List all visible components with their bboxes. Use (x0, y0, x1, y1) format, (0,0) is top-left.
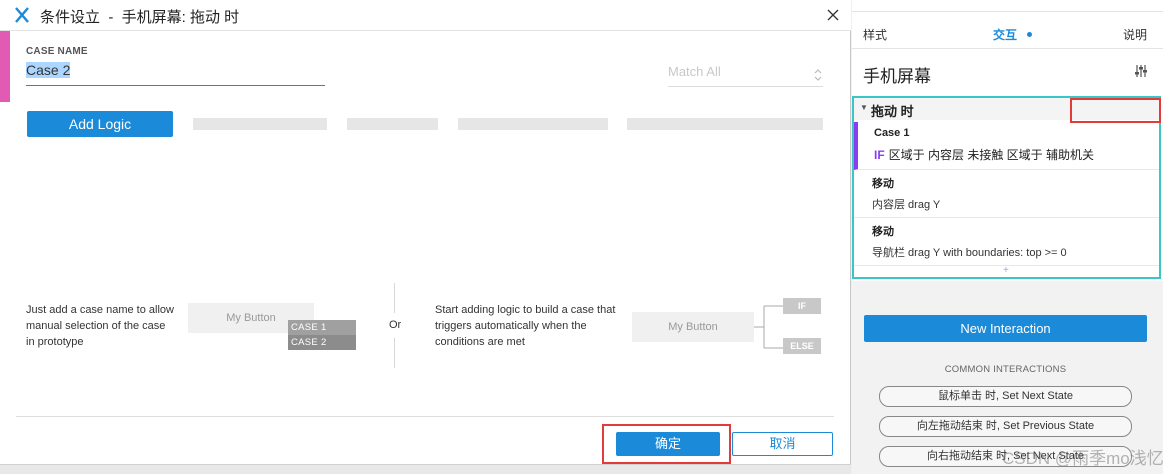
case-color-bar (0, 31, 10, 102)
tab-interactions[interactable]: 交互 (993, 26, 1017, 43)
illustration-button: My Button (632, 312, 754, 342)
help-text-manual: Just add a case name to allow manual sel… (26, 304, 174, 348)
panel-tabs: 样式 交互 说明 (852, 26, 1163, 46)
dialog-title: 条件设立 - 手机屏幕: 拖动 时 (40, 9, 240, 26)
common-interaction-item[interactable]: 向左拖动结束 时, Set Previous State (879, 416, 1132, 437)
dialog-titlebar: 条件设立 - 手机屏幕: 拖动 时 (0, 0, 851, 31)
action-detail: 内容层 drag Y (872, 199, 941, 211)
condition-text: 区域于 内容层 未接触 区域于 辅助机关 (888, 148, 1095, 162)
annotation-highlight-box (1070, 98, 1161, 123)
watermark: CSDN @雨季mo浅忆 (1002, 449, 1163, 468)
condition-dialog: 条件设立 - 手机屏幕: 拖动 时 CASE NAME Case 2 Match… (0, 0, 851, 474)
interaction-group: ▼ 拖动 时 Case 1 IF 区域于 内容层 未接触 区域于 辅助机关 移动 … (852, 96, 1161, 279)
illustration-else-tag: ELSE (783, 338, 821, 354)
divider (852, 48, 1163, 49)
case-condition: IF 区域于 内容层 未接触 区域于 辅助机关 (874, 146, 1094, 163)
collapse-triangle-icon[interactable]: ▼ (860, 103, 868, 112)
case-name-value[interactable]: Case 2 (26, 62, 71, 78)
logic-placeholder-bar (193, 118, 327, 130)
action-item[interactable]: 移动 导航栏 drag Y with boundaries: top >= 0 (854, 218, 1159, 266)
action-detail: 导航栏 drag Y with boundaries: top >= 0 (872, 247, 1067, 259)
divider (394, 283, 395, 313)
action-title: 移动 (872, 226, 894, 238)
tab-style[interactable]: 样式 (863, 26, 887, 43)
illustration-case1-tag: CASE 1 (288, 320, 356, 335)
new-interaction-button[interactable]: New Interaction (864, 315, 1147, 342)
action-title: 移动 (872, 178, 894, 190)
close-button[interactable] (822, 4, 844, 26)
interaction-panel: 样式 交互 说明 手机屏幕 ▼ 拖动 时 Case 1 IF 区域于 内容层 未接… (852, 0, 1163, 474)
annotation-highlight-box (602, 424, 731, 464)
case-item[interactable]: Case 1 IF 区域于 内容层 未接触 区域于 辅助机关 (854, 122, 1159, 170)
add-action-icon[interactable]: + (1003, 265, 1009, 276)
adjust-icon[interactable] (1134, 64, 1148, 78)
logic-placeholder-bar (458, 118, 608, 130)
logic-placeholder-bar (347, 118, 438, 130)
cancel-button[interactable]: 取消 (732, 432, 833, 456)
axure-logo-icon (15, 7, 29, 23)
match-select[interactable]: Match All (668, 64, 823, 87)
illustration-case2-tag: CASE 2 (288, 335, 356, 350)
or-label: Or (389, 319, 402, 331)
case-name-label: CASE NAME (26, 46, 88, 57)
panel-top-strip (852, 0, 1163, 12)
widget-name: 手机屏幕 (863, 67, 931, 86)
divider (16, 416, 834, 417)
action-item[interactable]: 移动 内容层 drag Y (854, 170, 1159, 218)
panel-top-section: 样式 交互 说明 手机屏幕 ▼ 拖动 时 Case 1 IF 区域于 内容层 未接… (852, 0, 1163, 281)
case-name-input[interactable]: Case 2 (26, 62, 325, 86)
divider (394, 338, 395, 368)
common-interaction-item[interactable]: 鼠标单击 时, Set Next State (879, 386, 1132, 407)
case-title: Case 1 (874, 127, 910, 139)
add-logic-button[interactable]: Add Logic (27, 111, 173, 137)
illustration-if-tag: IF (783, 298, 821, 314)
if-keyword: IF (874, 148, 885, 162)
background-strip (0, 464, 851, 474)
tab-active-dot-icon (1027, 32, 1032, 37)
match-select-value[interactable]: Match All (668, 64, 721, 79)
common-interactions-label: COMMON INTERACTIONS (944, 364, 1067, 375)
select-arrows-icon (814, 69, 822, 81)
logic-placeholder-bar (627, 118, 823, 130)
help-text-logic: Start adding logic to build a case that … (435, 304, 616, 348)
tab-notes[interactable]: 说明 (1123, 26, 1147, 43)
event-title: 拖动 时 (871, 104, 914, 119)
close-icon[interactable] (822, 4, 844, 26)
